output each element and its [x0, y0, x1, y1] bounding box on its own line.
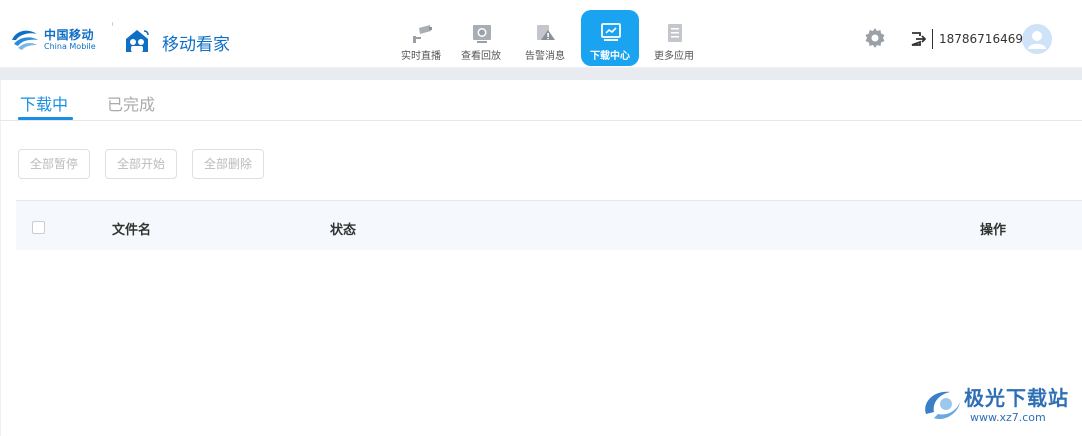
brand-en: China Mobile — [44, 42, 96, 51]
alert-icon — [537, 25, 555, 40]
tab-downloading[interactable]: 下载中 — [20, 91, 68, 115]
user-icon — [1028, 31, 1046, 49]
column-filename: 文件名 — [112, 223, 152, 238]
avatar[interactable] — [1022, 24, 1052, 54]
more-apps-icon — [668, 24, 682, 42]
brand-cn: 中国移动 — [44, 28, 95, 42]
select-all-checkbox[interactable] — [32, 221, 45, 234]
camera-icon — [413, 25, 432, 43]
tab-completed[interactable]: 已完成 — [107, 91, 155, 115]
home-logo-icon — [126, 30, 149, 52]
column-actions: 操作 — [980, 223, 1007, 238]
playback-icon — [473, 25, 491, 43]
nav-label: 实时直播 — [401, 51, 441, 62]
header-spacer — [0, 68, 1082, 80]
divider — [112, 22, 113, 26]
nav-alerts[interactable]: 告警消息 — [516, 10, 574, 66]
download-monitor-icon — [601, 23, 621, 41]
china-mobile-swirl-icon — [12, 30, 38, 50]
gear-icon[interactable] — [864, 27, 886, 49]
download-tabs: 下载中 已完成 — [0, 80, 1082, 121]
watermark-logo-icon — [925, 391, 960, 420]
app-header: 中国移动 China Mobile 移动看家 实时直播 查看回放 告警消息 下载… — [0, 0, 1082, 68]
nav-label: 告警消息 — [525, 51, 565, 62]
watermark-url: www.xz7.com — [970, 411, 1046, 424]
active-tab-indicator — [18, 117, 73, 120]
nav-label: 查看回放 — [461, 51, 501, 62]
logout-icon[interactable] — [910, 31, 926, 47]
content-edge — [0, 80, 1, 436]
nav-label: 下载中心 — [590, 51, 630, 62]
nav-more-apps[interactable]: 更多应用 — [645, 10, 703, 66]
app-name: 移动看家 — [162, 35, 230, 55]
divider — [932, 29, 933, 49]
watermark-text: 极光下载站 — [964, 386, 1069, 410]
delete-all-button[interactable]: 全部删除 — [192, 149, 264, 179]
nav-playback[interactable]: 查看回放 — [452, 10, 510, 66]
table-header: 文件名 状态 操作 — [16, 200, 1082, 250]
nav-live[interactable]: 实时直播 — [392, 10, 450, 66]
watermark: 极光下载站 www.xz7.com — [920, 380, 1080, 436]
china-mobile-logo: 中国移动 China Mobile — [10, 24, 106, 54]
column-status: 状态 — [330, 223, 357, 238]
user-phone[interactable]: 18786716469 — [939, 32, 1023, 46]
start-all-button[interactable]: 全部开始 — [105, 149, 177, 179]
nav-download-center[interactable]: 下载中心 — [581, 10, 639, 66]
nav-label: 更多应用 — [654, 51, 694, 62]
pause-all-button[interactable]: 全部暂停 — [18, 149, 90, 179]
